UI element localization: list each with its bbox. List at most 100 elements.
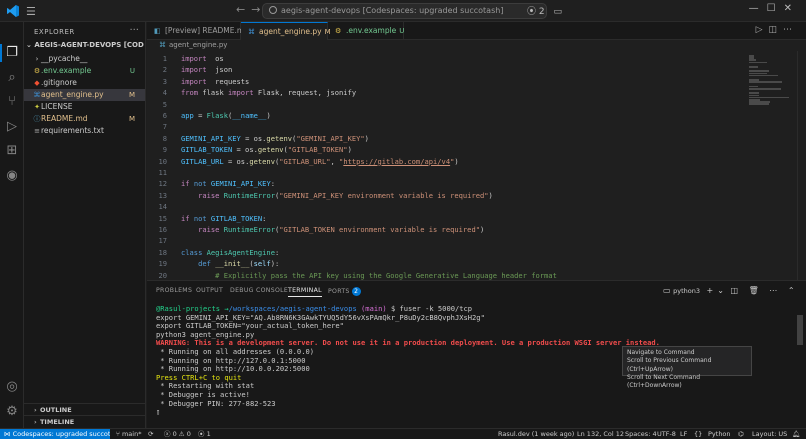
- split-terminal-icon[interactable]: ◫: [730, 286, 738, 295]
- settings-gear-icon[interactable]: ⚙: [4, 404, 20, 420]
- run-icon[interactable]: ▷: [756, 25, 769, 35]
- tree-item-agent-engine[interactable]: ⌘ agent_engine.py M: [24, 89, 145, 101]
- code-token: GITLAB_URL: [181, 156, 224, 166]
- branch-indicator[interactable]: ⑂ main*: [116, 429, 141, 439]
- tree-item-env-example[interactable]: ⚙ .env.example U: [24, 65, 145, 77]
- tree-item-requirements[interactable]: ≡ requirements.txt: [24, 125, 145, 137]
- code-token: class: [181, 247, 203, 257]
- code-line[interactable]: 18 class AegisAgentEngine:: [147, 247, 737, 258]
- code-line[interactable]: 7: [147, 121, 737, 132]
- source-control-icon[interactable]: ⑂: [4, 94, 20, 110]
- search-icon[interactable]: ⌕: [4, 70, 20, 86]
- code-line[interactable]: 17: [147, 235, 737, 246]
- language-braces[interactable]: {}: [694, 429, 702, 439]
- more-actions-icon[interactable]: ⋯: [783, 25, 798, 35]
- breadcrumb[interactable]: ⌘ agent_engine.py: [147, 40, 806, 51]
- code-editor[interactable]: 1 import os 2 import json 3 import requests 4 f…: [147, 51, 806, 280]
- git-blame[interactable]: Rasul.dev (1 week ago): [498, 429, 574, 439]
- vscode-logo-icon[interactable]: [6, 4, 20, 18]
- maximize-panel-icon[interactable]: ⌃: [788, 286, 795, 295]
- code-line[interactable]: 13 raise RuntimeError("GEMINI_API_KEY en…: [147, 190, 737, 201]
- code-line[interactable]: 6 app = Flask(__name__): [147, 110, 737, 121]
- line-ending[interactable]: LF: [680, 429, 687, 439]
- minimap[interactable]: [747, 51, 797, 280]
- terminal-name[interactable]: python3: [673, 287, 700, 295]
- editor-scrollbar[interactable]: [797, 51, 806, 280]
- back-icon[interactable]: ←: [236, 3, 251, 16]
- encoding[interactable]: UTF-8: [657, 429, 676, 439]
- code-line[interactable]: 1 import os: [147, 53, 737, 64]
- code-line[interactable]: 5: [147, 99, 737, 110]
- tab-agent-engine[interactable]: ⌘ agent_engine.py M: [241, 22, 331, 40]
- untracked-badge: U: [399, 27, 405, 35]
- code-token: ,: [330, 156, 340, 166]
- sync-icon[interactable]: ⟳: [148, 429, 153, 439]
- extensions-icon[interactable]: ⊞: [4, 143, 20, 159]
- github-icon[interactable]: ◉: [4, 168, 20, 184]
- code-token: Flask: [206, 111, 228, 120]
- tab-readme-preview[interactable]: ◧ [Preview] README.md: [147, 22, 249, 40]
- ports-badge: 2: [351, 287, 361, 296]
- tab-label: [Preview] README.md: [165, 26, 249, 35]
- code-line[interactable]: 16 raise RuntimeError("GITLAB_TOKEN envi…: [147, 224, 737, 235]
- tab-terminal[interactable]: TERMINAL: [288, 287, 322, 297]
- account-icon[interactable]: ◎: [4, 379, 20, 395]
- notifications-icon[interactable]: 🔔︎: [792, 429, 800, 439]
- remote-indicator[interactable]: ⋈ Codespaces: upgraded succotash: [0, 429, 110, 439]
- language-mode[interactable]: Python: [708, 429, 731, 439]
- code-token: if: [181, 213, 190, 223]
- scroll-thumb[interactable]: [797, 315, 803, 345]
- code-line[interactable]: 19 def __init__(self):: [147, 258, 737, 269]
- tree-item-gitignore[interactable]: ◆ .gitignore: [24, 77, 145, 89]
- outline-section[interactable]: › OUTLINE: [24, 403, 145, 415]
- trash-icon[interactable]: 🗑: [749, 286, 759, 295]
- tree-item-readme[interactable]: ⓘ README.md M: [24, 113, 145, 125]
- code-line[interactable]: 15 if not GITLAB_TOKEN:: [147, 213, 737, 224]
- layout-icon[interactable]: ▭: [554, 7, 563, 17]
- code-line[interactable]: 11: [147, 167, 737, 178]
- more-actions-icon[interactable]: ···: [129, 25, 139, 36]
- code-line[interactable]: 4 from flask import Flask, request, jsoni…: [147, 87, 737, 98]
- code-token: os: [206, 54, 224, 63]
- code-line[interactable]: 20 # Explicitly pass the API key using t…: [147, 270, 737, 280]
- tab-output[interactable]: OUTPUT: [196, 287, 223, 294]
- tab-problems[interactable]: PROBLEMS: [156, 287, 192, 294]
- terminal-scrollbar[interactable]: [795, 305, 806, 429]
- split-editor-icon[interactable]: ◫: [768, 25, 783, 35]
- cursor-position[interactable]: Ln 132, Col 12: [577, 429, 624, 439]
- menu-icon[interactable]: ☰: [26, 5, 36, 18]
- indentation[interactable]: Spaces: 4: [625, 429, 657, 439]
- code-line[interactable]: 12 if not GEMINI_API_KEY:: [147, 178, 737, 189]
- tab-actions: ▷◫⋯: [756, 25, 798, 35]
- code-line[interactable]: 2 import json: [147, 64, 737, 75]
- more-actions-icon[interactable]: ⋯: [769, 286, 777, 295]
- command-center[interactable]: aegis-agent-devops [Codespaces: upgraded…: [262, 3, 547, 19]
- tree-item-license[interactable]: ✦ LICENSE: [24, 101, 145, 113]
- close-icon[interactable]: ✕: [784, 3, 800, 14]
- code-line[interactable]: 9 GITLAB_TOKEN = os.getenv("GITLAB_TOKEN"…: [147, 144, 737, 155]
- keyboard-layout[interactable]: Layout: US: [752, 429, 787, 439]
- ports-icon[interactable]: ⦿: [527, 7, 536, 17]
- new-terminal-icon[interactable]: +: [707, 286, 714, 295]
- tree-item-pycache[interactable]: › __pycache__: [24, 53, 145, 65]
- ports-indicator[interactable]: ⦿ 1: [198, 429, 211, 439]
- maximize-icon[interactable]: ☐: [767, 3, 784, 14]
- problems-indicator[interactable]: ⓧ 0 ⚠ 0: [164, 429, 191, 439]
- code-line[interactable]: 8 GEMINI_API_KEY = os.getenv("GEMINI_API_…: [147, 133, 737, 144]
- tab-ports[interactable]: PORTS 2: [328, 287, 361, 296]
- run-debug-icon[interactable]: ▷: [4, 119, 20, 135]
- tooltip-line: Scroll to Next Command (Ctrl+DownArrow): [627, 373, 701, 390]
- minimize-icon[interactable]: —: [749, 3, 767, 14]
- timeline-section[interactable]: › TIMELINE: [24, 415, 145, 427]
- code-line[interactable]: 3 import requests: [147, 76, 737, 87]
- copilot-icon[interactable]: ⌬: [738, 429, 744, 439]
- tab-debug-console[interactable]: DEBUG CONSOLE: [230, 287, 288, 294]
- activity-bar: ❐ ⌕ ⑂ ▷ ⊞ ◉ ◎ ⚙: [0, 22, 24, 428]
- tab-env-example[interactable]: ⚙ .env.example U: [328, 22, 404, 40]
- explorer-icon[interactable]: ❐: [4, 45, 20, 61]
- code-token: GEMINI_API_KEY: [210, 179, 271, 189]
- code-line[interactable]: 14: [147, 201, 737, 212]
- workspace-root[interactable]: ⌄ AEGIS-AGENT-DEVOPS [CODESPACES: UPGRAD…: [26, 41, 144, 49]
- code-line[interactable]: 10 GITLAB_URL = os.getenv("GITLAB_URL", "…: [147, 156, 737, 167]
- chevron-down-icon[interactable]: ⌄: [717, 286, 724, 295]
